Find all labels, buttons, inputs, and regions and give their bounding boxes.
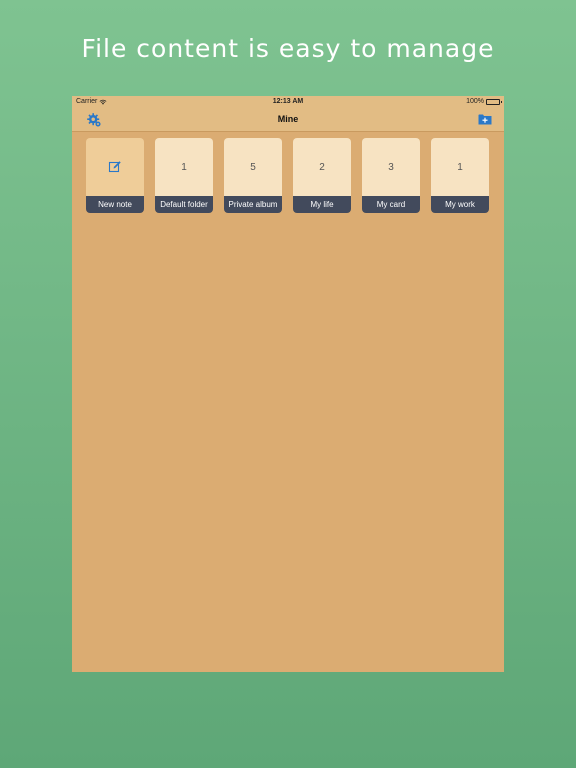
folder-count: 2 — [293, 138, 351, 196]
page-title: Mine — [277, 114, 299, 124]
folder-count: 1 — [155, 138, 213, 196]
tile-label: My life — [293, 196, 351, 213]
battery-icon — [486, 98, 502, 105]
battery-percent: 100% — [466, 98, 484, 105]
tile-label: My card — [362, 196, 420, 213]
folder-count: 3 — [362, 138, 420, 196]
tile-label: My work — [431, 196, 489, 213]
device-screen: Carrier 12:13 AM 100% Mine New note 1 De… — [72, 96, 504, 672]
tile-body — [86, 138, 144, 196]
tile-label: Default folder — [155, 196, 213, 213]
new-note-tile[interactable]: New note — [86, 138, 144, 213]
folder-grid: New note 1 Default folder 5 Private albu… — [86, 138, 489, 213]
add-folder-icon[interactable] — [478, 113, 492, 125]
edit-icon — [108, 161, 121, 173]
folder-tile-my-life[interactable]: 2 My life — [293, 138, 351, 213]
folder-tile-my-work[interactable]: 1 My work — [431, 138, 489, 213]
status-bar: Carrier 12:13 AM 100% — [72, 96, 504, 108]
folder-count: 5 — [224, 138, 282, 196]
nav-bar: Mine — [72, 108, 504, 132]
promo-headline: File content is easy to manage — [81, 34, 495, 63]
folder-tile-default-folder[interactable]: 1 Default folder — [155, 138, 213, 213]
folder-tile-private-album[interactable]: 5 Private album — [224, 138, 282, 213]
folder-tile-my-card[interactable]: 3 My card — [362, 138, 420, 213]
status-battery: 100% — [466, 98, 502, 105]
status-time: 12:13 AM — [272, 98, 304, 105]
tile-label: New note — [86, 196, 144, 213]
tile-label: Private album — [224, 196, 282, 213]
folder-count: 1 — [431, 138, 489, 196]
